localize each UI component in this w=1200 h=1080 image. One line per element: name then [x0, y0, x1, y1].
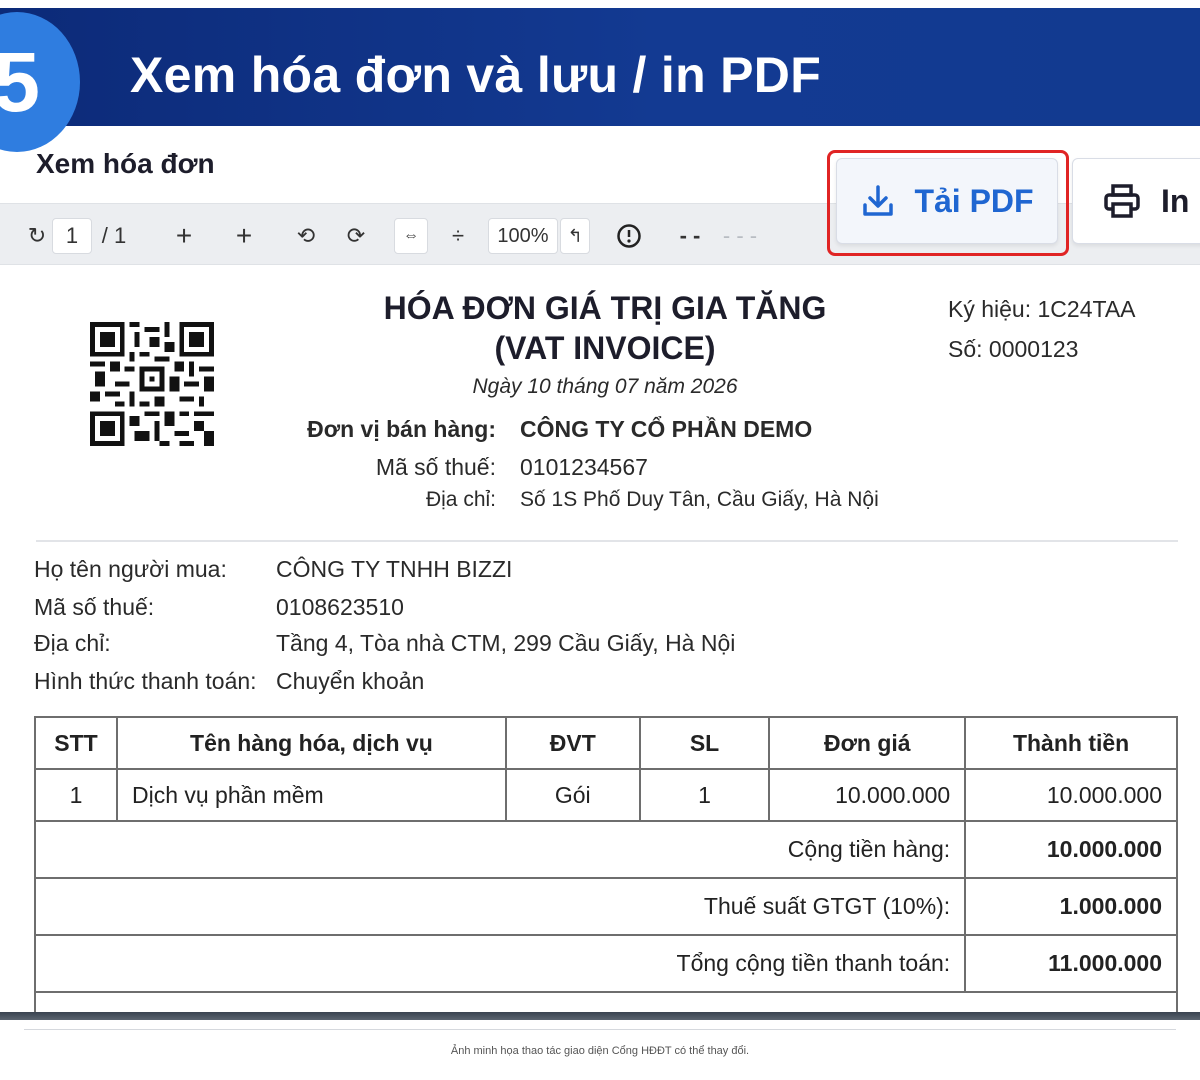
- seller-tax-code: 0101234567: [520, 454, 648, 480]
- buyer-address-label: Địa chỉ:: [34, 630, 111, 656]
- col-header-price: Đơn giá: [768, 716, 967, 770]
- table-row: 1 Dịch vụ phần mềm Gói 1 10.000.000 10.0…: [34, 768, 1178, 822]
- more-options-2-icon[interactable]: - - -: [720, 218, 760, 254]
- table-row: [34, 991, 1178, 1012]
- buyer-name-label: Họ tên người mua:: [34, 556, 227, 582]
- page-number-input[interactable]: 1: [52, 218, 92, 254]
- bottom-rule: [0, 1012, 1200, 1020]
- invoice-divider: [36, 540, 1178, 542]
- seller-tax-label: Mã số thuế:: [375, 454, 496, 480]
- add-icon[interactable]: +: [230, 218, 258, 254]
- row-price: 10.000.000: [768, 768, 967, 822]
- download-pdf-button[interactable]: Tải PDF: [836, 158, 1058, 244]
- payment-method: Chuyển khoản: [276, 668, 425, 694]
- footnote: Ảnh minh họa thao tác giao diện Cổng HĐĐ…: [450, 1045, 750, 1057]
- seller-label: Đơn vị bán hàng:: [307, 416, 496, 442]
- page-title: Xem hóa đơn và lưu / in PDF: [130, 47, 822, 103]
- section-title: Xem hóa đơn: [36, 148, 215, 179]
- header-banner: Xem hóa đơn và lưu / in PDF: [0, 8, 1200, 126]
- invoice-date: Ngày 10 tháng 07 năm 2026: [472, 375, 738, 398]
- total-label: Tổng cộng tiền thanh toán:: [33, 934, 967, 993]
- col-header-amount: Thành tiền: [964, 716, 1178, 770]
- row-name: Dịch vụ phần mềm: [115, 768, 507, 822]
- rotate-right-icon[interactable]: ⟳: [340, 218, 372, 254]
- subtotal-label: Cộng tiền hàng:: [33, 820, 967, 879]
- row-stt: 1: [34, 768, 118, 822]
- vat-row: Thuế suất GTGT (10%): 1.000.000: [33, 877, 1178, 936]
- seller-address-label: Địa chỉ:: [425, 488, 496, 511]
- page-total: / 1: [101, 223, 127, 248]
- print-label: In: [1161, 182, 1190, 219]
- col-header-name: Tên hàng hóa, dịch vụ: [115, 716, 507, 770]
- invoice-symbol: Ký hiệu: 1C24TAA: [948, 296, 1136, 322]
- vat-value: 1.000.000: [964, 877, 1178, 936]
- total-row: Tổng cộng tiền thanh toán: 11.000.000: [33, 934, 1178, 993]
- invoice-number: Số: 0000123: [948, 336, 1079, 362]
- bottom-line: [24, 1029, 1176, 1030]
- buyer-name: CÔNG TY TNHH BIZZI: [276, 556, 513, 582]
- payment-method-label: Hình thức thanh toán:: [34, 668, 257, 694]
- row-qty: 1: [638, 768, 771, 822]
- zoom-in-icon[interactable]: +: [170, 218, 198, 254]
- table-cutoff-row: [34, 991, 1178, 1012]
- zoom-dropdown-icon[interactable]: ↰: [560, 218, 590, 254]
- rotate-left-icon[interactable]: ⟲: [290, 218, 322, 254]
- download-icon: [863, 185, 894, 216]
- row-amount: 10.000.000: [964, 768, 1178, 822]
- col-header-stt: STT: [34, 716, 118, 770]
- download-pdf-label: Tải PDF: [914, 182, 1034, 219]
- total-value: 11.000.000: [964, 934, 1178, 993]
- sidebar-toggle-icon[interactable]: ↻: [24, 218, 50, 254]
- zoom-level[interactable]: 100%: [488, 218, 558, 254]
- invoice-items-table: STT Tên hàng hóa, dịch vụ ĐVT SL Đơn giá…: [33, 716, 1178, 1012]
- subtotal-value: 10.000.000: [964, 820, 1178, 879]
- buyer-address: Tầng 4, Tòa nhà CTM, 299 Cầu Giấy, Hà Nộ…: [276, 630, 736, 656]
- subtotal-row: Cộng tiền hàng: 10.000.000: [33, 820, 1178, 879]
- seller-name: CÔNG TY CỔ PHẦN DEMO: [520, 416, 813, 442]
- qr-code: [90, 322, 214, 446]
- more-options-icon[interactable]: - -: [670, 218, 710, 254]
- table-header-row: STT Tên hàng hóa, dịch vụ ĐVT SL Đơn giá…: [34, 716, 1178, 770]
- col-header-unit: ĐVT: [504, 716, 641, 770]
- printer-icon: [1104, 184, 1140, 218]
- fit-page-icon[interactable]: ÷: [444, 218, 472, 254]
- buyer-tax-label: Mã số thuế:: [34, 594, 155, 620]
- invoice-title-vi: HÓA ĐƠN GIÁ TRỊ GIA TĂNG: [383, 290, 827, 326]
- fit-width-icon[interactable]: ⇔: [394, 218, 428, 254]
- col-header-qty: SL: [638, 716, 771, 770]
- invoice-title-en: (VAT INVOICE): [494, 330, 716, 366]
- print-button[interactable]: In: [1072, 158, 1200, 244]
- buyer-tax-code: 0108623510: [276, 594, 404, 620]
- vat-label: Thuế suất GTGT (10%):: [33, 877, 967, 936]
- info-icon[interactable]: [612, 218, 646, 254]
- seller-address: Số 1S Phố Duy Tân, Cầu Giấy, Hà Nội: [520, 488, 879, 511]
- row-unit: Gói: [504, 768, 641, 822]
